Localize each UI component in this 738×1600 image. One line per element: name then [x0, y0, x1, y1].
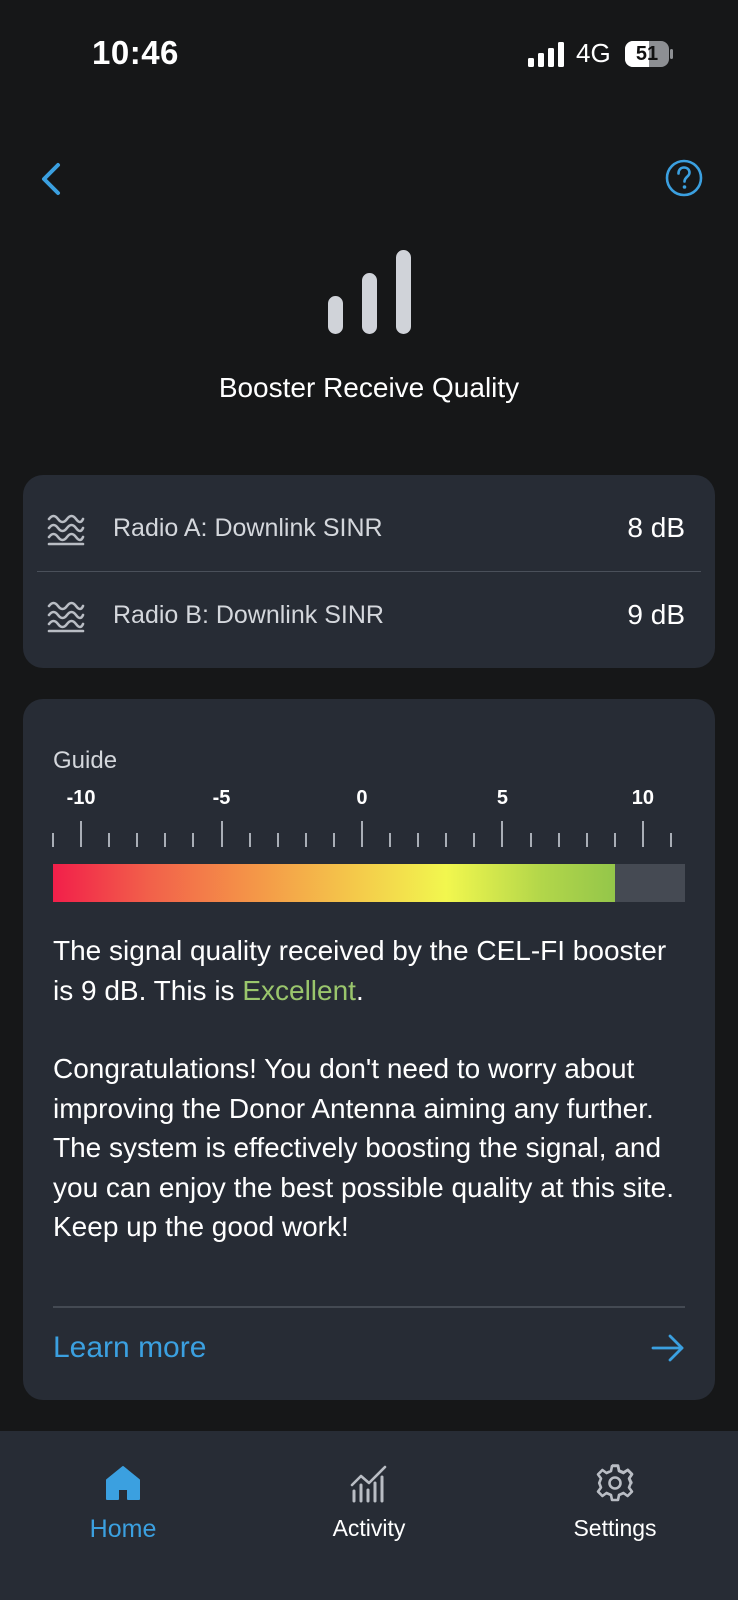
gear-icon [596, 1464, 634, 1502]
scale-minor-tick [417, 833, 420, 847]
tab-bar: Home Activity Settings [0, 1431, 738, 1600]
scale-major-tick [501, 821, 504, 847]
tab-activity[interactable]: Activity [246, 1431, 492, 1600]
cellular-signal-icon [528, 42, 564, 67]
tab-home-label: Home [89, 1515, 157, 1543]
tab-home[interactable]: Home [0, 1431, 246, 1600]
waves-icon [47, 601, 85, 633]
page-title: Booster Receive Quality [218, 372, 520, 403]
scale-major-tick [360, 821, 363, 847]
sinr-scale: -10 -5 0 5 10 [52, 787, 685, 909]
activity-icon [350, 1465, 387, 1503]
scale-label: -5 [212, 787, 231, 809]
waves-icon [47, 514, 85, 546]
scale-major-tick [80, 821, 83, 847]
scale-major-tick [220, 821, 223, 847]
home-icon [106, 1466, 140, 1500]
radio-b-label: Radio B: Downlink SINR [113, 601, 384, 629]
tab-settings-label: Settings [573, 1515, 657, 1541]
scale-minor-tick [669, 833, 672, 847]
status-time: 10:46 [92, 34, 179, 71]
quality-rating: Excellent [242, 975, 356, 1006]
scale-minor-tick [108, 833, 111, 847]
scale-minor-tick [389, 833, 392, 847]
scale-minor-tick [192, 833, 195, 847]
radio-a-row: Radio A: Downlink SINR 8 dB [23, 485, 715, 571]
learn-more-link[interactable]: Learn more [53, 1321, 685, 1377]
scale-minor-tick [52, 833, 54, 847]
scale-label: 0 [356, 787, 368, 809]
quality-bar-fill [53, 864, 615, 902]
scale-minor-tick [529, 833, 532, 847]
arrow-right-icon [651, 1334, 684, 1362]
scale-minor-tick [473, 833, 476, 847]
learn-more-label: Learn more [53, 1331, 207, 1364]
network-type: 4G [576, 38, 611, 68]
summary-suffix: . [355, 975, 364, 1006]
scale-minor-tick [613, 833, 616, 847]
scale-minor-tick [248, 833, 251, 847]
radio-sinr-card: Radio A: Downlink SINR 8 dB Radio B: Dow… [23, 475, 715, 668]
scale-label: 5 [496, 787, 508, 809]
guide-body: Congratulations! You don't need to worry… [53, 1053, 675, 1242]
guide-title: Guide [53, 747, 118, 774]
divider [53, 1306, 685, 1308]
scale-minor-tick [164, 833, 167, 847]
guide-card: Guide -10 -5 0 5 10 The signal quality recei… [23, 699, 715, 1400]
help-button[interactable] [664, 158, 704, 198]
scale-major-tick [641, 821, 644, 847]
scale-minor-tick [585, 833, 588, 847]
tab-settings[interactable]: Settings [492, 1431, 738, 1600]
battery-level: 51 [635, 43, 659, 65]
scale-label: 10 [631, 787, 654, 809]
scale-minor-tick [136, 833, 139, 847]
scale-minor-tick [276, 833, 279, 847]
scale-label: -10 [66, 787, 96, 809]
quality-summary: The signal quality received by the CEL-F… [53, 931, 693, 1011]
back-button[interactable] [36, 160, 68, 198]
tab-activity-label: Activity [332, 1515, 406, 1541]
radio-a-label: Radio A: Downlink SINR [113, 514, 383, 542]
quality-bar-track [53, 864, 685, 902]
scale-minor-tick [304, 833, 307, 847]
signal-bars-icon [328, 250, 411, 334]
radio-a-value: 8 dB [627, 512, 685, 543]
battery-icon: 51 [624, 40, 674, 68]
radio-b-value: 9 dB [627, 599, 685, 630]
scale-minor-tick [557, 833, 560, 847]
radio-b-row: Radio B: Downlink SINR 9 dB [23, 572, 715, 658]
scale-minor-tick [445, 833, 448, 847]
scale-minor-tick [332, 833, 335, 847]
